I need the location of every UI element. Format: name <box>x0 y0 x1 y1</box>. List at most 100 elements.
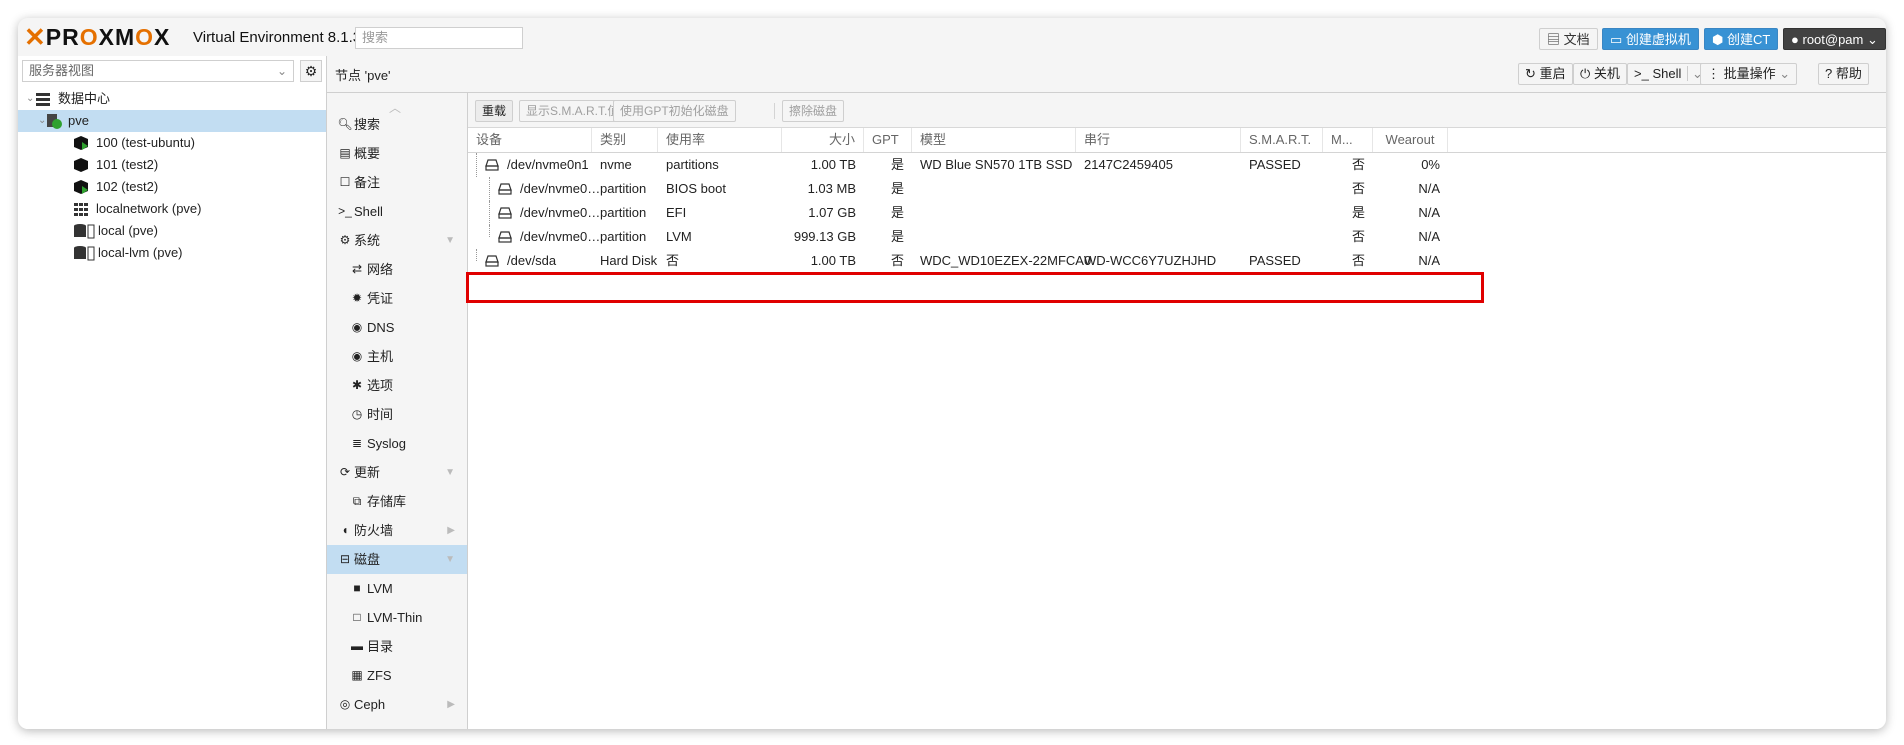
col-wearout[interactable]: Wearout <box>1373 128 1448 152</box>
cell-model <box>920 177 1075 201</box>
terminal-icon: >_ <box>1634 66 1649 81</box>
cell-wearout: 0% <box>1421 157 1440 172</box>
search-input[interactable]: 搜索 <box>355 27 523 49</box>
docs-button[interactable]: ▤ 文档 <box>1539 28 1598 50</box>
cell-wearout: N/A <box>1418 205 1440 220</box>
disks-toolbar: 重载 显示S.M.A.R.T.值 使用GPT初始化磁盘 擦除磁盘 <box>468 93 1886 128</box>
cell-device: /dev/nvme0… <box>520 229 601 244</box>
top-header: ✕ PROXMOX Virtual Environment 8.1.3 搜索 ▤… <box>18 18 1886 56</box>
nav-item-1[interactable]: ▤ 概要 <box>327 139 467 168</box>
nav-item-18[interactable]: ▬ 目录 <box>327 632 467 661</box>
gear-icon[interactable]: ⚙ <box>300 60 322 82</box>
bulk-actions-button[interactable]: ⋮ 批量操作 ⌄ <box>1700 63 1798 85</box>
create-ct-button[interactable]: ⬢ 创建CT <box>1704 28 1779 50</box>
cell-type: partition <box>600 205 647 220</box>
tree-item-vm-100[interactable]: 100 (test-ubuntu) <box>18 132 326 154</box>
cell-usage: LVM <box>666 229 692 244</box>
version-label: Virtual Environment 8.1.3 <box>193 29 362 46</box>
globe-icon: ◉ <box>351 320 363 334</box>
nav-item-label: Ceph <box>354 697 386 712</box>
col-type[interactable]: 类别 <box>592 128 658 152</box>
sdn-grid-icon <box>73 201 89 217</box>
col-device[interactable]: 设备 <box>468 128 592 152</box>
storage-icon <box>73 245 95 261</box>
table-row[interactable]: /dev/sda Hard Disk 否 1.00 TB 否 WDC_WD10EZEX-2… <box>468 249 1886 273</box>
user-menu-button[interactable]: ● root@pam ⌄ <box>1783 28 1886 50</box>
shutdown-button[interactable]: ⏻ 关机 <box>1573 63 1627 85</box>
nav-item-17[interactable]: □ LVM-Thin <box>327 603 467 632</box>
col-usage[interactable]: 使用率 <box>658 128 782 152</box>
nav-item-4[interactable]: ⚙ 系统 ▼ <box>327 226 467 255</box>
table-row[interactable]: /dev/nvme0… partition EFI 1.07 GB 是 是 N/A <box>468 201 1886 225</box>
init-gpt-button[interactable]: 使用GPT初始化磁盘 <box>613 100 736 122</box>
nav-item-13[interactable]: ⧉ 存储库 <box>327 487 467 516</box>
col-smart[interactable]: S.M.A.R.T. <box>1241 128 1323 152</box>
hdd-icon <box>485 158 499 171</box>
tree-item-storage-local[interactable]: local (pve) <box>18 220 326 242</box>
reload-icon: ↻ <box>1525 66 1536 81</box>
col-size[interactable]: 大小 <box>782 128 864 152</box>
list-icon: ≣ <box>351 436 363 450</box>
tree-item-localnetwork[interactable]: localnetwork (pve) <box>18 198 326 220</box>
col-mounted[interactable]: M... <box>1323 128 1373 152</box>
tree-connector <box>489 201 490 225</box>
nav-item-16[interactable]: ■ LVM <box>327 574 467 603</box>
cell-type: nvme <box>600 157 632 172</box>
nav-item-19[interactable]: ▦ ZFS <box>327 661 467 690</box>
storage-icon <box>73 223 95 239</box>
col-model[interactable]: 模型 <box>912 128 1076 152</box>
tree-item-pve[interactable]: ⌄ pve <box>18 110 326 132</box>
col-serial[interactable]: 串行 <box>1076 128 1241 152</box>
node-online-icon <box>46 113 62 129</box>
tree-connector <box>476 249 477 261</box>
wipe-disk-button[interactable]: 擦除磁盘 <box>782 100 845 122</box>
tree-item-vm-101[interactable]: 101 (test2) <box>18 154 326 176</box>
table-row[interactable]: /dev/nvme0n1 nvme partitions 1.00 TB 是 WD Blu… <box>468 153 1886 177</box>
notes-icon: ☐ <box>339 175 351 189</box>
nav-item-15[interactable]: ⊟ 磁盘 ▼ <box>327 545 467 574</box>
help-button[interactable]: ? 帮助 <box>1818 63 1869 85</box>
disk-icon: ⊟ <box>339 552 351 566</box>
highlight-box <box>466 272 1484 303</box>
cell-usage: 否 <box>666 253 680 268</box>
nav-item-3[interactable]: >_ Shell <box>327 197 467 226</box>
view-selector[interactable]: 服务器视图 ⌄ <box>22 60 294 82</box>
nav-item-6[interactable]: ✹ 凭证 <box>327 284 467 313</box>
tree-item-storage-local-lvm[interactable]: local-lvm (pve) <box>18 242 326 264</box>
cell-serial <box>1084 225 1234 249</box>
nav-item-12[interactable]: ⟳ 更新 ▼ <box>327 458 467 487</box>
col-gpt[interactable]: GPT <box>864 128 912 152</box>
table-row[interactable]: /dev/nvme0… partition LVM 999.13 GB 是 否 N/A <box>468 225 1886 249</box>
cell-model <box>920 225 1075 249</box>
question-icon: ? <box>1825 66 1833 81</box>
show-smart-button[interactable]: 显示S.M.A.R.T.值 <box>519 100 627 122</box>
vm-running-icon <box>73 179 89 195</box>
nav-item-20[interactable]: ◎ Ceph ▶ <box>327 690 467 719</box>
nav-item-14[interactable]: ◖ 防火墙 ▶ <box>327 516 467 545</box>
table-row[interactable]: /dev/nvme0… partition BIOS boot 1.03 MB 是 否 N/… <box>468 177 1886 201</box>
nav-item-11[interactable]: ≣ Syslog <box>327 429 467 458</box>
tree-item-datacenter[interactable]: ⌄ 数据中心 <box>18 88 326 110</box>
nav-item-label: LVM <box>367 581 393 596</box>
reboot-button[interactable]: ↻ 重启 <box>1518 63 1573 85</box>
nav-item-10[interactable]: ◷ 时间 <box>327 400 467 429</box>
create-vm-button[interactable]: ▭ 创建虚拟机 <box>1602 28 1699 50</box>
nav-item-label: 磁盘 <box>354 552 381 567</box>
nav-item-5[interactable]: ⇄ 网络 <box>327 255 467 284</box>
cell-gpt: 是 <box>890 205 904 220</box>
shell-button[interactable]: >_ Shell ⌄ <box>1627 63 1710 85</box>
nav-item-2[interactable]: ☐ 备注 <box>327 168 467 197</box>
reload-button[interactable]: 重载 <box>475 100 514 122</box>
proxmox-logo[interactable]: ✕ PROXMOX <box>24 24 170 50</box>
nav-item-8[interactable]: ◉ 主机 <box>327 342 467 371</box>
nav-item-0[interactable]: 🔍︎ 搜索 <box>327 110 467 139</box>
nav-item-7[interactable]: ◉ DNS <box>327 313 467 342</box>
cell-smart: PASSED <box>1249 253 1301 268</box>
tree-item-vm-102[interactable]: 102 (test2) <box>18 176 326 198</box>
cell-usage: BIOS boot <box>666 181 726 196</box>
lvm-thin-icon: □ <box>353 610 361 624</box>
datacenter-icon <box>35 91 51 107</box>
cell-smart <box>1249 225 1319 249</box>
nav-item-9[interactable]: ✱ 选项 <box>327 371 467 400</box>
resource-tree-panel: 服务器视图 ⌄ ⚙ ⌄ 数据中心 ⌄ pve 100 (test-ubuntu)… <box>18 56 327 729</box>
